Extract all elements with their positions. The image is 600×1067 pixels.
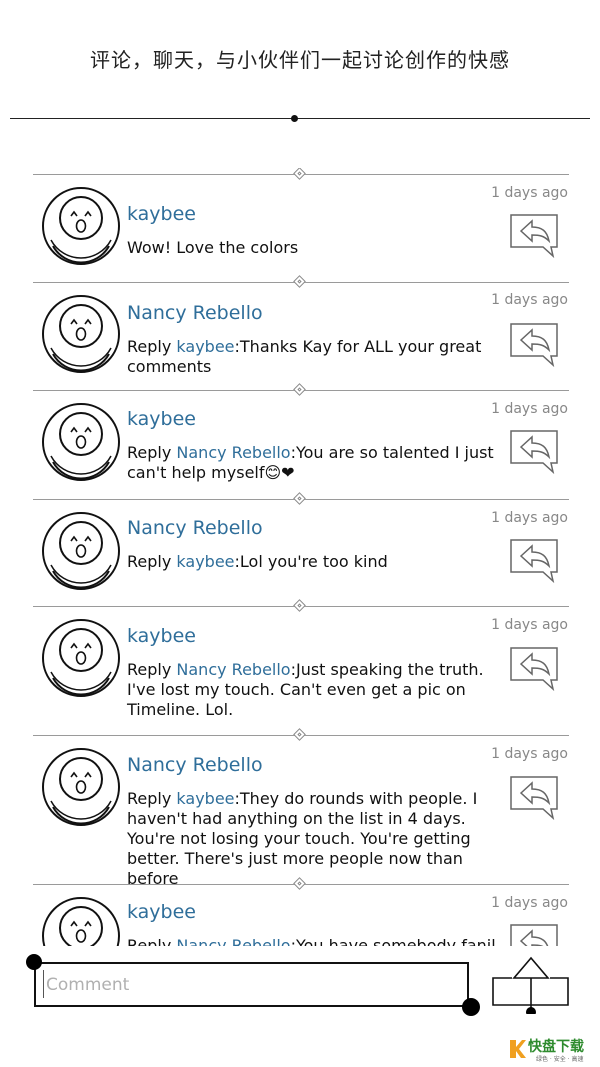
send-arrow-icon (492, 956, 569, 1012)
send-button[interactable] (490, 956, 572, 1014)
reply-prefix: Reply (127, 552, 177, 571)
comment-item: Nancy Rebello Reply kaybee:Thanks Kay for… (0, 275, 600, 384)
reply-mention[interactable]: Nancy Rebello (176, 660, 290, 679)
comment-body: :You have somebody fanil (290, 936, 496, 946)
reply-mention[interactable]: kaybee (176, 789, 234, 808)
watermark-logo: 快盘下载 绿色 · 安全 · 高速 (508, 1036, 598, 1064)
avatar[interactable] (41, 511, 121, 591)
reply-mention[interactable]: Nancy Rebello (176, 936, 290, 946)
divider-diamond-icon (293, 728, 306, 741)
header-rule-dot (291, 115, 298, 122)
reply-prefix: Reply (127, 660, 177, 679)
comment-text: Wow! Love the colors (127, 238, 505, 258)
comment-time: 1 days ago (491, 510, 568, 526)
header-rule (10, 118, 590, 119)
comment-time: 1 days ago (491, 401, 568, 417)
reply-arrow-icon (507, 323, 561, 371)
reply-button[interactable] (507, 535, 561, 584)
avatar[interactable] (41, 747, 121, 827)
divider-diamond-icon (293, 877, 306, 890)
comment-time: 1 days ago (491, 746, 568, 762)
reply-arrow-icon (507, 214, 561, 262)
reply-arrow-icon (507, 430, 561, 478)
avatar[interactable] (41, 896, 121, 946)
comment-author[interactable]: kaybee (127, 408, 196, 430)
comment-author[interactable]: kaybee (127, 901, 196, 923)
comment-author[interactable]: kaybee (127, 203, 196, 225)
comment-input[interactable] (34, 962, 469, 1007)
reply-prefix: Reply (127, 443, 177, 462)
divider-diamond-icon (293, 599, 306, 612)
watermark-k-icon (510, 1040, 526, 1058)
reply-arrow-icon (507, 647, 561, 695)
divider-diamond-icon (293, 275, 306, 288)
comment-author[interactable]: Nancy Rebello (127, 517, 263, 539)
comment-text: Reply Nancy Rebello:You have somebody fa… (127, 936, 505, 946)
comment-author[interactable]: Nancy Rebello (127, 754, 263, 776)
comment-list[interactable]: kaybee Wow! Love the colors 1 days ago Nanc… (0, 168, 600, 946)
reply-arrow-icon (507, 776, 561, 824)
reply-button[interactable] (507, 772, 561, 821)
comment-body: :Lol you're too kind (234, 552, 388, 571)
avatar[interactable] (41, 618, 121, 698)
comment-body: Wow! Love the colors (127, 238, 299, 257)
comment-time: 1 days ago (491, 617, 568, 633)
reply-button[interactable] (507, 210, 561, 259)
avatar[interactable] (41, 402, 121, 482)
reply-button[interactable] (507, 643, 561, 692)
reply-prefix: Reply (127, 337, 177, 356)
reply-button[interactable] (507, 319, 561, 368)
comment-item: kaybee Reply Nancy Rebello:You have someb… (0, 877, 600, 946)
divider-diamond-icon (293, 492, 306, 505)
comment-text: Reply kaybee:They do rounds with people.… (127, 789, 505, 889)
reply-button[interactable] (507, 426, 561, 475)
text-cursor (43, 970, 44, 998)
corner-dot-top (26, 954, 42, 970)
divider-diamond-icon (293, 383, 306, 396)
comment-item: kaybee Reply Nancy Rebello:You are so tal… (0, 383, 600, 493)
comment-time: 1 days ago (491, 895, 568, 911)
comment-time: 1 days ago (491, 185, 568, 201)
reply-mention[interactable]: Nancy Rebello (176, 443, 290, 462)
comment-text: Reply Nancy Rebello:You are so talented … (127, 443, 505, 483)
comment-item: Nancy Rebello Reply kaybee:They do rounds… (0, 728, 600, 888)
reply-arrow-icon (507, 539, 561, 587)
comment-text: Reply kaybee:Lol you're too kind (127, 552, 505, 572)
reply-prefix: Reply (127, 789, 177, 808)
header-title: 评论，聊天，与小伙伴们一起讨论创作的快感 (90, 48, 510, 72)
comment-author[interactable]: kaybee (127, 625, 196, 647)
divider-diamond-icon (293, 168, 306, 180)
comment-item: kaybee Reply Nancy Rebello:Just speaking … (0, 599, 600, 729)
avatar[interactable] (41, 186, 121, 266)
comment-author[interactable]: Nancy Rebello (127, 302, 263, 324)
reply-mention[interactable]: kaybee (176, 337, 234, 356)
watermark-brand: 快盘下载 (528, 1039, 584, 1055)
comment-item: Nancy Rebello Reply kaybee:Lol you're too… (0, 492, 600, 600)
comment-text: Reply kaybee:Thanks Kay for ALL your gre… (127, 337, 505, 377)
comment-item: kaybee Wow! Love the colors 1 days ago (0, 168, 600, 276)
comment-time: 1 days ago (491, 292, 568, 308)
watermark-tagline: 绿色 · 安全 · 高速 (536, 1056, 584, 1063)
comment-text: Reply Nancy Rebello:Just speaking the tr… (127, 660, 505, 720)
reply-button[interactable] (507, 920, 561, 946)
avatar[interactable] (41, 294, 121, 374)
corner-dot-bottom (462, 998, 480, 1016)
reply-prefix: Reply (127, 936, 177, 946)
reply-mention[interactable]: kaybee (176, 552, 234, 571)
